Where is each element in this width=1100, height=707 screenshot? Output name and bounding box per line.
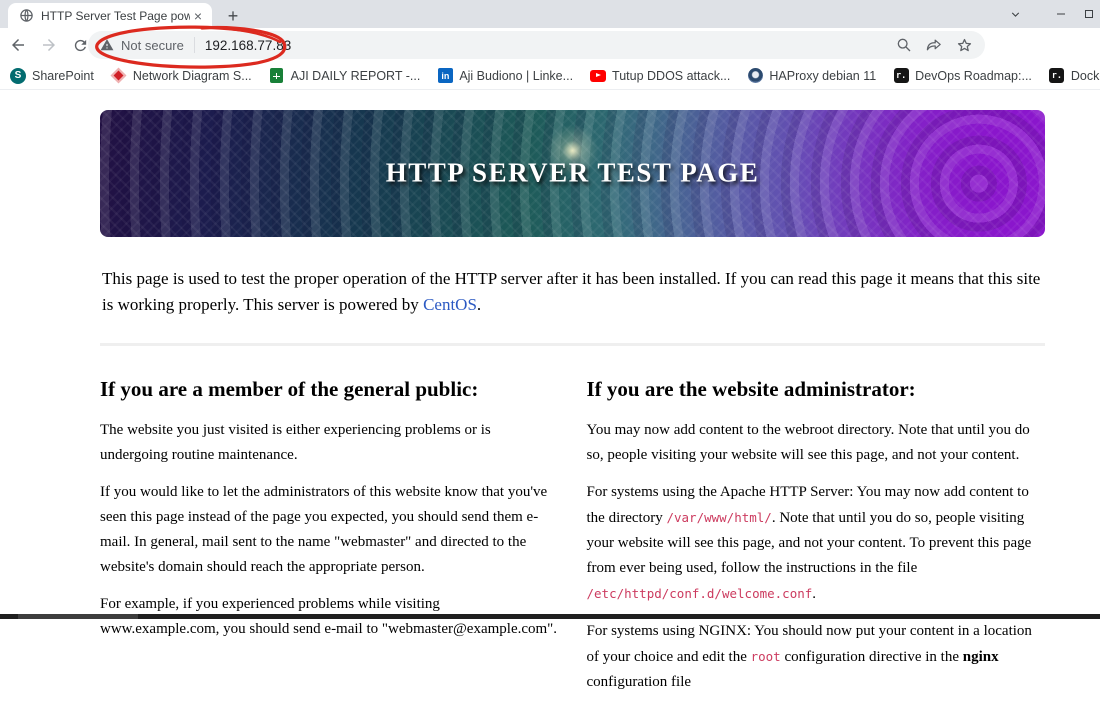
text-segment: configuration file [586,674,692,690]
text-segment: configuration directive in the [780,649,963,665]
forward-button[interactable] [36,32,62,58]
bookmark-linkedin[interactable]: in Aji Budiono | Linke... [437,68,573,84]
bookmarks-bar: S SharePoint Network Diagram S... AJI DA… [0,62,1100,90]
security-chip[interactable]: Not secure [121,38,184,53]
bookmark-network-diagram[interactable]: Network Diagram S... [111,67,252,84]
browser-toolbar: Not secure 192.168.77.83 A文 [0,28,1100,83]
bookmark-haproxy[interactable]: HAProxy debian 11 [747,68,876,84]
haproxy-icon [747,68,763,84]
address-bar[interactable]: Not secure 192.168.77.83 [88,31,985,59]
tab-search-chevron-icon[interactable] [998,0,1032,28]
tab-title: HTTP Server Test Page powered [41,8,190,23]
bookmark-devops-roadmap[interactable]: r. DevOps Roadmap:... [893,68,1032,84]
text-segment: nginx [962,649,999,665]
public-heading: If you are a member of the general publi… [100,377,479,401]
url-text[interactable]: 192.168.77.83 [205,38,291,53]
back-button[interactable] [5,32,31,58]
roadmap-icon: r. [1049,68,1065,84]
banner-image: HTTP SERVER TEST PAGE [100,110,1045,237]
tab-close-icon[interactable]: × [190,8,206,24]
roadmap-icon: r. [893,68,909,84]
maximize-button[interactable] [1078,0,1100,28]
intro-paragraph: This page is used to test the proper ope… [102,266,1043,317]
admin-column: If you are the website administrator: Yo… [587,376,1046,707]
diagram-diamond-icon [111,67,127,84]
linkedin-icon: in [437,68,453,84]
public-paragraph: If you would like to let the administrat… [100,484,548,575]
minimize-button[interactable] [1044,0,1078,28]
page-title: HTTP SERVER TEST PAGE [385,156,760,187]
window-controls [998,0,1100,28]
bookmark-sharepoint[interactable]: S SharePoint [10,67,94,84]
share-icon[interactable] [921,32,947,58]
text-segment: /var/www/html/ [666,510,772,525]
bookmark-daily-report[interactable]: AJI DAILY REPORT -... [269,68,420,84]
google-sheets-icon [269,68,285,84]
text-segment: . [476,294,482,314]
new-tab-button[interactable]: + [222,5,244,27]
bookmark-star-icon[interactable] [951,32,977,58]
globe-icon [18,8,34,24]
tab-strip: HTTP Server Test Page powered × + [0,0,1100,28]
admin-paragraph: For systems using NGINX: You should now … [587,619,1046,695]
text-segment: This page is used to test the proper ope… [102,269,1041,314]
bookmark-youtube[interactable]: Tutup DDOS attack... [590,68,730,84]
admin-paragraph: You may now add content to the webroot d… [586,422,1030,463]
browser-tab[interactable]: HTTP Server Test Page powered × [8,3,212,28]
not-secure-warning-icon[interactable] [100,38,114,52]
search-icon[interactable] [891,32,917,58]
admin-paragraph: For systems using the Apache HTTP Server… [587,480,1046,607]
bookmark-docker-roadmap[interactable]: r. Docker Roadmap -... [1049,68,1100,84]
public-paragraph: The website you just visited is either e… [100,422,491,463]
text-segment: root [750,649,781,664]
bottom-edge-strip [0,614,1100,619]
public-column: If you are a member of the general publi… [100,376,559,707]
text-segment: /etc/httpd/conf.d/welcome.conf [586,586,813,601]
divider [100,343,1045,346]
centos-link[interactable]: CentOS [423,295,477,314]
youtube-icon [590,68,607,84]
chip-divider [193,37,195,53]
text-segment: . [812,586,817,602]
sharepoint-icon: S [10,67,26,84]
admin-heading: If you are the website administrator: [586,377,916,401]
